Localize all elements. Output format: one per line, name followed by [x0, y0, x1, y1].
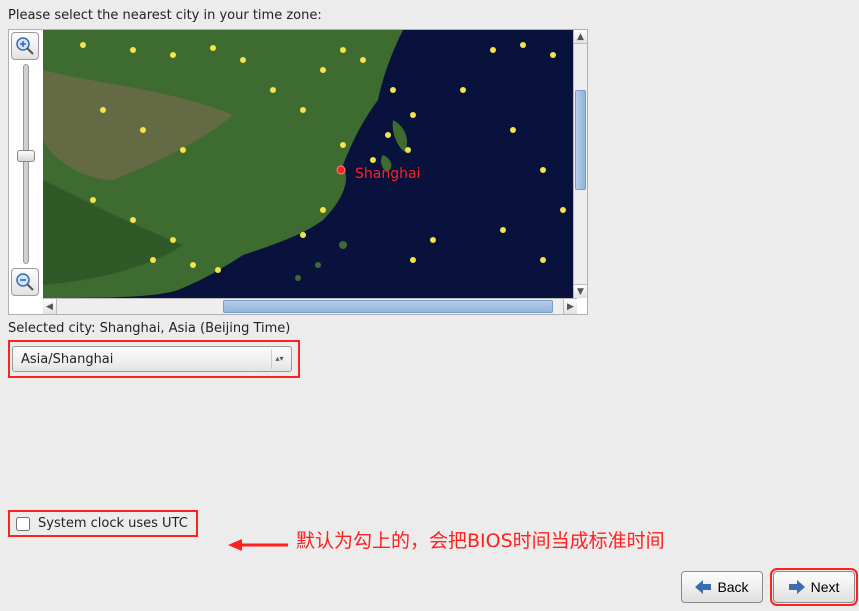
spinner-icon: ▴▾: [271, 349, 287, 369]
city-dot[interactable]: [300, 232, 306, 238]
zoom-slider-track[interactable]: [23, 64, 29, 264]
city-dot[interactable]: [210, 45, 216, 51]
next-button[interactable]: Next: [773, 571, 855, 603]
city-dot[interactable]: [180, 147, 186, 153]
city-dot[interactable]: [140, 127, 146, 133]
city-dot[interactable]: [560, 207, 566, 213]
vertical-scroll-thumb[interactable]: [575, 90, 586, 190]
selected-city-text: Selected city: Shanghai, Asia (Beijing T…: [8, 321, 851, 336]
city-dot[interactable]: [300, 107, 306, 113]
city-dot[interactable]: [405, 147, 411, 153]
selected-city-value: Shanghai, Asia (Beijing Time): [100, 321, 291, 336]
zoom-slider-handle[interactable]: [17, 150, 35, 162]
arrow-left-icon: [695, 580, 711, 594]
annotation-text: 默认为勾上的，会把BIOS时间当成标准时间: [296, 529, 665, 555]
scroll-up-icon[interactable]: ▲: [574, 30, 587, 44]
city-dot[interactable]: [270, 87, 276, 93]
city-dot[interactable]: [390, 87, 396, 93]
city-dot[interactable]: [410, 112, 416, 118]
annotation: 默认为勾上的，会把BIOS时间当成标准时间: [228, 529, 708, 555]
map-vertical-scrollbar[interactable]: ▲ ▼: [573, 30, 587, 298]
zoom-out-icon: [15, 272, 35, 292]
utc-checkbox-label: System clock uses UTC: [38, 516, 188, 531]
scroll-left-icon[interactable]: ◀: [43, 299, 57, 314]
timezone-select-value: Asia/Shanghai: [21, 352, 113, 367]
timezone-prompt: Please select the nearest city in your t…: [8, 8, 851, 23]
city-dot[interactable]: [340, 47, 346, 53]
next-button-label: Next: [811, 579, 840, 595]
timezone-select[interactable]: Asia/Shanghai ▴▾: [12, 346, 292, 372]
city-dot[interactable]: [370, 157, 376, 163]
city-dot[interactable]: [340, 142, 346, 148]
back-button-label: Back: [717, 579, 748, 595]
city-dot[interactable]: [240, 57, 246, 63]
city-dot[interactable]: [130, 47, 136, 53]
arrow-right-icon: [789, 580, 805, 594]
zoom-in-button[interactable]: [11, 32, 39, 60]
zoom-in-icon: [15, 36, 35, 56]
map-horizontal-scrollbar[interactable]: ◀ ▶: [43, 298, 577, 314]
utc-checkbox-row[interactable]: System clock uses UTC: [8, 510, 198, 537]
selected-city-prefix: Selected city:: [8, 321, 100, 336]
city-dot[interactable]: [385, 132, 391, 138]
utc-checkbox[interactable]: [16, 517, 30, 531]
timezone-select-highlight: Asia/Shanghai ▴▾: [8, 340, 300, 378]
city-dot[interactable]: [170, 52, 176, 58]
horizontal-scroll-thumb[interactable]: [223, 300, 553, 313]
city-dot[interactable]: [80, 42, 86, 48]
back-button[interactable]: Back: [681, 571, 763, 603]
city-dot[interactable]: [460, 87, 466, 93]
city-dot[interactable]: [320, 207, 326, 213]
city-dot[interactable]: [100, 107, 106, 113]
city-dot[interactable]: [490, 47, 496, 53]
world-map[interactable]: Shanghai: [43, 30, 577, 298]
city-dot[interactable]: [320, 67, 326, 73]
city-dot[interactable]: [190, 262, 196, 268]
city-dot[interactable]: [430, 237, 436, 243]
city-dot[interactable]: [540, 257, 546, 263]
city-dot[interactable]: [510, 127, 516, 133]
city-dot[interactable]: [90, 197, 96, 203]
city-dot[interactable]: [550, 52, 556, 58]
city-dot[interactable]: [130, 217, 136, 223]
annotation-arrow-icon: [228, 535, 288, 555]
zoom-out-button[interactable]: [11, 268, 39, 296]
city-dot[interactable]: [520, 42, 526, 48]
scroll-right-icon[interactable]: ▶: [563, 299, 577, 314]
city-dot[interactable]: [410, 257, 416, 263]
scroll-down-icon[interactable]: ▼: [574, 284, 587, 298]
city-dot[interactable]: [170, 237, 176, 243]
city-dot[interactable]: [150, 257, 156, 263]
selected-city-map-label: Shanghai: [355, 166, 420, 182]
city-dot[interactable]: [500, 227, 506, 233]
map-area: Shanghai ▲ ▼ ◀ ▶: [8, 29, 588, 315]
city-dot[interactable]: [215, 267, 221, 273]
selected-city-marker[interactable]: [337, 166, 345, 174]
city-dot[interactable]: [540, 167, 546, 173]
nav-button-bar: Back Next: [681, 571, 855, 603]
city-dot[interactable]: [360, 57, 366, 63]
